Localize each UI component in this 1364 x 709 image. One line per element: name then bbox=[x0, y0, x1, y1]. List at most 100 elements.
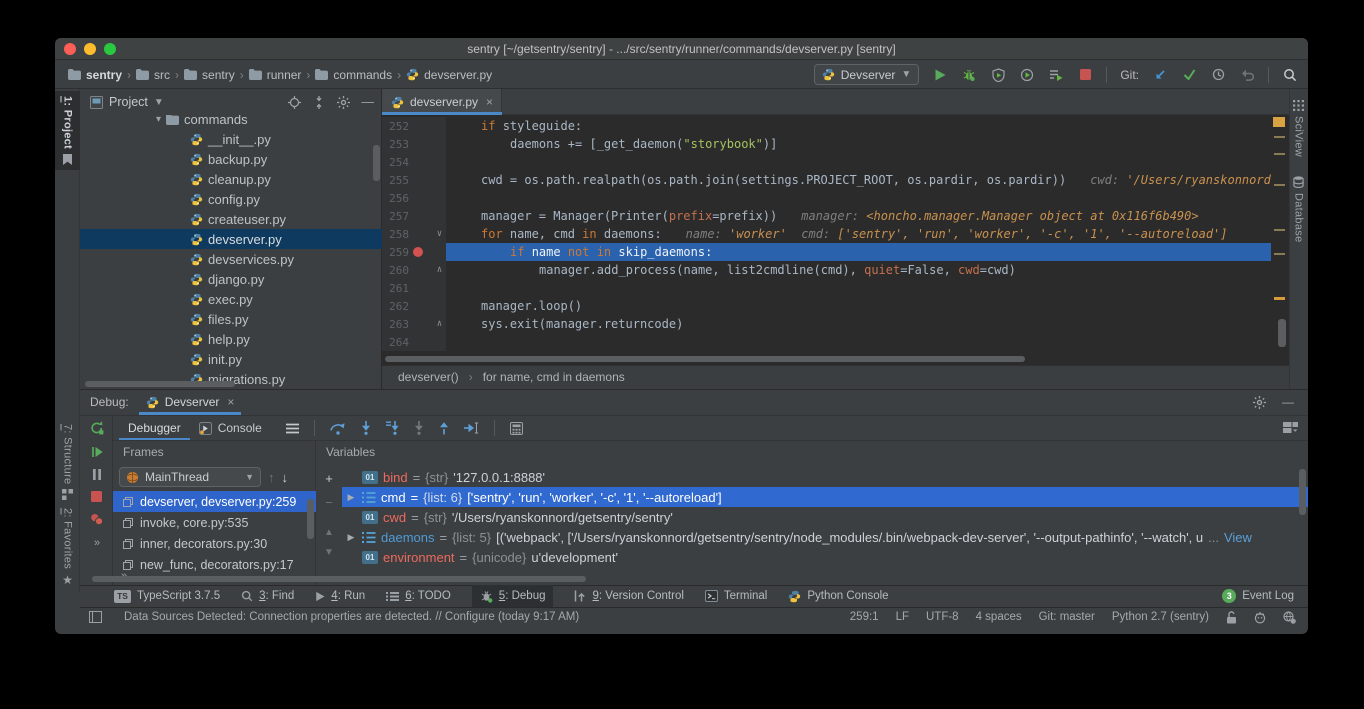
code-editor[interactable]: 252if styleguide:253daemons += [_get_dae… bbox=[382, 115, 1289, 355]
code-line-262[interactable]: 262manager.loop() bbox=[382, 297, 1289, 315]
chevron-down-icon[interactable]: ▾ bbox=[156, 115, 161, 125]
tree-file-createuser.py[interactable]: createuser.py bbox=[80, 209, 382, 229]
gutter-line-260[interactable]: 260∧ bbox=[382, 261, 446, 279]
variable-row-cmd[interactable]: ▶cmd={list: 6}['sentry', 'run', 'worker'… bbox=[342, 487, 1308, 507]
resume-icon[interactable] bbox=[91, 446, 103, 458]
close-window-button[interactable] bbox=[64, 43, 76, 55]
tree-file-backup.py[interactable]: backup.py bbox=[80, 149, 382, 169]
tree-file-help.py[interactable]: help.py bbox=[80, 329, 382, 349]
tree-file-files.py[interactable]: files.py bbox=[80, 309, 382, 329]
code-line-255[interactable]: 255cwd = os.path.realpath(os.path.join(s… bbox=[382, 171, 1289, 189]
layout-menu-icon[interactable] bbox=[286, 423, 299, 434]
close-icon[interactable]: × bbox=[225, 395, 234, 409]
editor-tab-devserver[interactable]: devserver.py × bbox=[382, 89, 502, 115]
editor-horizontal-scrollbar[interactable] bbox=[382, 355, 1289, 363]
expand-icon[interactable]: ▶ bbox=[345, 532, 357, 543]
toggle-tool-windows-icon[interactable] bbox=[89, 611, 102, 623]
collapse-all-button[interactable] bbox=[313, 96, 325, 109]
tree-file-exec.py[interactable]: exec.py bbox=[80, 289, 382, 309]
toolwindow-button-todo[interactable]: 6: TODO bbox=[386, 590, 451, 602]
tree-file-devserver.py[interactable]: devserver.py bbox=[80, 229, 382, 249]
status-item-lf[interactable]: LF bbox=[896, 611, 909, 623]
run-with-concurrency-button[interactable] bbox=[1048, 67, 1064, 83]
tab-debugger[interactable]: Debugger bbox=[119, 416, 190, 440]
toolwindow-button-terminal[interactable]: Terminal bbox=[705, 590, 767, 602]
debug-session-tab[interactable]: Devserver × bbox=[139, 389, 242, 415]
run-with-coverage-button[interactable] bbox=[990, 67, 1006, 83]
step-into-my-code-icon[interactable] bbox=[386, 421, 399, 435]
close-icon[interactable]: × bbox=[484, 95, 493, 109]
minimize-window-button[interactable] bbox=[84, 43, 96, 55]
fold-marker-icon[interactable]: ∨ bbox=[433, 229, 446, 239]
run-button[interactable] bbox=[932, 67, 948, 83]
status-item-git-master[interactable]: Git: master bbox=[1039, 611, 1095, 623]
gutter-line-264[interactable]: 264 bbox=[382, 333, 446, 351]
gutter-line-259[interactable]: 259 bbox=[382, 243, 446, 261]
code-line-254[interactable]: 254 bbox=[382, 153, 1289, 171]
expand-icon[interactable]: ▶ bbox=[345, 492, 357, 503]
project-horizontal-scrollbar[interactable] bbox=[85, 381, 235, 387]
gutter-line-257[interactable]: 257 bbox=[382, 207, 446, 225]
fold-marker-icon[interactable]: ∧ bbox=[433, 265, 446, 275]
web-gear-icon[interactable] bbox=[1283, 611, 1296, 624]
tool-stripe-project[interactable]: 1: Project bbox=[55, 91, 80, 170]
variable-row-environment[interactable]: 01environment={unicode}u'development' bbox=[342, 547, 1308, 567]
variable-row-bind[interactable]: 01bind={str}'127.0.0.1:8888' bbox=[342, 467, 1308, 487]
breadcrumb-item-sentry[interactable]: sentry bbox=[184, 68, 235, 82]
code-line-263[interactable]: 263∧sys.exit(manager.returncode) bbox=[382, 315, 1289, 333]
breakpoint-icon[interactable] bbox=[413, 247, 423, 257]
debug-horizontal-scrollbar[interactable] bbox=[92, 576, 586, 582]
stop-button[interactable] bbox=[1077, 67, 1093, 83]
locate-file-button[interactable] bbox=[288, 96, 301, 109]
breadcrumb-statement[interactable]: for name, cmd in daemons bbox=[483, 370, 625, 384]
hector-icon[interactable] bbox=[1254, 611, 1266, 624]
gear-icon[interactable] bbox=[337, 96, 350, 109]
move-down-icon[interactable]: ▼ bbox=[324, 547, 334, 558]
gutter-line-254[interactable]: 254 bbox=[382, 153, 446, 171]
variable-row-daemons[interactable]: ▶daemons={list: 5}[('webpack', ['/Users/… bbox=[342, 527, 1308, 547]
breadcrumb-item-runner[interactable]: runner bbox=[249, 68, 302, 82]
history-button[interactable] bbox=[1210, 67, 1226, 83]
inspection-status-icon[interactable] bbox=[1273, 117, 1285, 127]
status-item-4-spaces[interactable]: 4 spaces bbox=[976, 611, 1022, 623]
thread-select[interactable]: MainThread ▼ bbox=[119, 467, 261, 487]
previous-frame-icon[interactable]: ↑ bbox=[268, 470, 275, 485]
zoom-window-button[interactable] bbox=[104, 43, 116, 55]
rollback-button[interactable] bbox=[1239, 67, 1255, 83]
toolwindow-button-run[interactable]: 4: Run bbox=[315, 590, 365, 602]
code-line-260[interactable]: 260∧manager.add_process(name, list2cmdli… bbox=[382, 261, 1289, 279]
move-up-icon[interactable]: ▲ bbox=[324, 527, 334, 538]
breadcrumb-item-commands[interactable]: commands bbox=[315, 68, 392, 82]
tool-stripe-favorites[interactable]: 2: Favorites★ bbox=[55, 503, 80, 591]
code-line-258[interactable]: 258∨for name, cmd in daemons:name: 'work… bbox=[382, 225, 1289, 243]
status-message[interactable]: Data Sources Detected: Connection proper… bbox=[124, 611, 579, 623]
code-line-259[interactable]: 259if name not in skip_daemons: bbox=[382, 243, 1289, 261]
evaluate-expression-icon[interactable] bbox=[510, 422, 523, 435]
gutter-line-258[interactable]: 258∨ bbox=[382, 225, 446, 243]
tool-stripe-structure[interactable]: 7: Structure bbox=[55, 419, 80, 505]
remove-watch-icon[interactable]: − bbox=[325, 495, 333, 510]
gutter-line-252[interactable]: 252 bbox=[382, 117, 446, 135]
step-over-icon[interactable] bbox=[330, 422, 346, 435]
stack-frame-row[interactable]: new_func, decorators.py:17 bbox=[113, 554, 316, 575]
step-into-icon[interactable] bbox=[361, 421, 371, 435]
breadcrumb-item-devserver.py[interactable]: devserver.py bbox=[406, 68, 492, 82]
code-line-253[interactable]: 253daemons += [_get_daemon("storybook")] bbox=[382, 135, 1289, 153]
force-step-into-icon[interactable] bbox=[414, 421, 424, 435]
restore-layout-icon[interactable] bbox=[1283, 422, 1298, 434]
git-update-button[interactable] bbox=[1152, 67, 1168, 83]
variables-scrollbar[interactable] bbox=[1299, 469, 1306, 515]
hide-panel-button[interactable]: — bbox=[362, 95, 375, 109]
run-configuration-select[interactable]: Devserver ▼ bbox=[814, 64, 920, 85]
tree-file-config.py[interactable]: config.py bbox=[80, 189, 382, 209]
stack-frame-row[interactable]: invoke, core.py:535 bbox=[113, 512, 316, 533]
tool-stripe-database[interactable]: Database bbox=[1289, 171, 1308, 248]
status-item-259-1[interactable]: 259:1 bbox=[850, 611, 879, 623]
code-line-256[interactable]: 256 bbox=[382, 189, 1289, 207]
profile-button[interactable] bbox=[1019, 67, 1035, 83]
code-line-252[interactable]: 252if styleguide: bbox=[382, 117, 1289, 135]
project-vertical-scrollbar[interactable] bbox=[373, 145, 380, 181]
unlock-icon[interactable] bbox=[1226, 611, 1237, 624]
gutter-line-262[interactable]: 262 bbox=[382, 297, 446, 315]
frames-scrollbar[interactable] bbox=[307, 499, 314, 539]
